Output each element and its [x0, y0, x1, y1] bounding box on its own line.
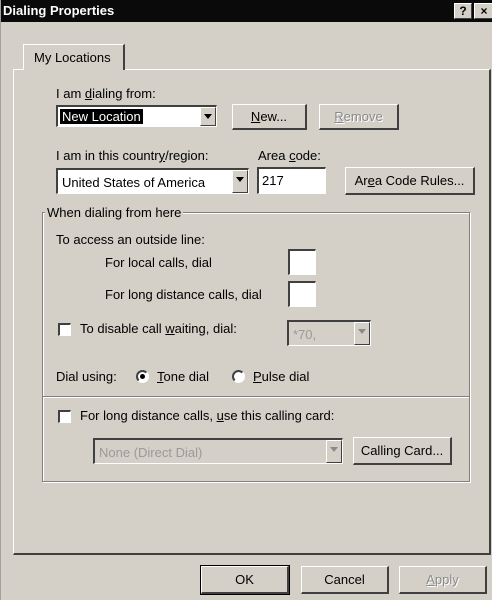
area-code-label: Area code: — [258, 148, 321, 163]
chevron-down-icon[interactable] — [200, 107, 216, 126]
chevron-down-icon[interactable] — [326, 440, 342, 463]
outside-line-label: To access an outside line: — [56, 232, 205, 247]
pulse-dial-label: Pulse dial — [253, 369, 310, 384]
ok-button[interactable]: OK — [200, 565, 290, 595]
area-code-value: 217 — [262, 173, 284, 188]
chevron-down-icon[interactable] — [354, 322, 370, 345]
country-label: I am in this country/region: — [56, 148, 209, 163]
tab-my-locations[interactable]: My Locations — [23, 44, 125, 70]
calling-card-label: For long distance calls, use this callin… — [80, 408, 335, 423]
help-icon: ? — [459, 4, 467, 18]
title-bar[interactable]: Dialing Properties ? × — [1, 0, 492, 22]
dial-using-label: Dial using: — [56, 369, 117, 384]
pulse-dial-radio[interactable] — [232, 370, 245, 383]
calling-card-button[interactable]: Calling Card... — [353, 437, 452, 465]
local-calls-label: For local calls, dial — [105, 255, 212, 270]
long-distance-input[interactable] — [288, 281, 316, 307]
tab-my-locations-label: My Locations — [34, 50, 111, 65]
when-dialing-legend: When dialing from here — [45, 205, 184, 220]
call-waiting-checkbox[interactable] — [58, 323, 71, 336]
local-calls-input[interactable] — [288, 249, 316, 275]
area-code-input[interactable]: 217 — [257, 167, 326, 194]
dialing-from-label: I am dialing from: — [56, 86, 156, 101]
location-select[interactable]: New Location — [56, 105, 217, 127]
area-code-rules-button[interactable]: Area Code Rules... — [345, 167, 475, 195]
calling-card-select[interactable]: None (Direct Dial) — [93, 438, 343, 464]
long-distance-label: For long distance calls, dial — [105, 287, 262, 302]
tone-dial-radio[interactable] — [136, 370, 149, 383]
country-select[interactable]: United States of America — [56, 168, 249, 194]
help-button[interactable]: ? — [454, 3, 472, 19]
call-waiting-label: To disable call waiting, dial: — [80, 321, 237, 336]
apply-button[interactable]: Apply — [399, 566, 487, 594]
close-icon: × — [480, 4, 488, 18]
close-button[interactable]: × — [474, 3, 492, 19]
cancel-button[interactable]: Cancel — [301, 566, 389, 594]
calling-card-value: None (Direct Dial) — [99, 445, 203, 460]
window-title: Dialing Properties — [3, 3, 115, 18]
group-divider — [43, 396, 469, 398]
calling-card-checkbox[interactable] — [58, 410, 71, 423]
chevron-down-icon[interactable] — [232, 170, 248, 193]
call-waiting-select[interactable]: *70, — [287, 320, 371, 346]
remove-location-button[interactable]: Remove — [319, 104, 399, 130]
dialing-properties-window: Dialing Properties ? × My Locations I am… — [0, 0, 492, 600]
location-select-value: New Location — [60, 109, 143, 124]
new-location-button[interactable]: New... — [232, 104, 307, 130]
country-select-value: United States of America — [62, 175, 206, 190]
tone-dial-label: Tone dial — [157, 369, 210, 384]
call-waiting-value: *70, — [293, 327, 317, 342]
